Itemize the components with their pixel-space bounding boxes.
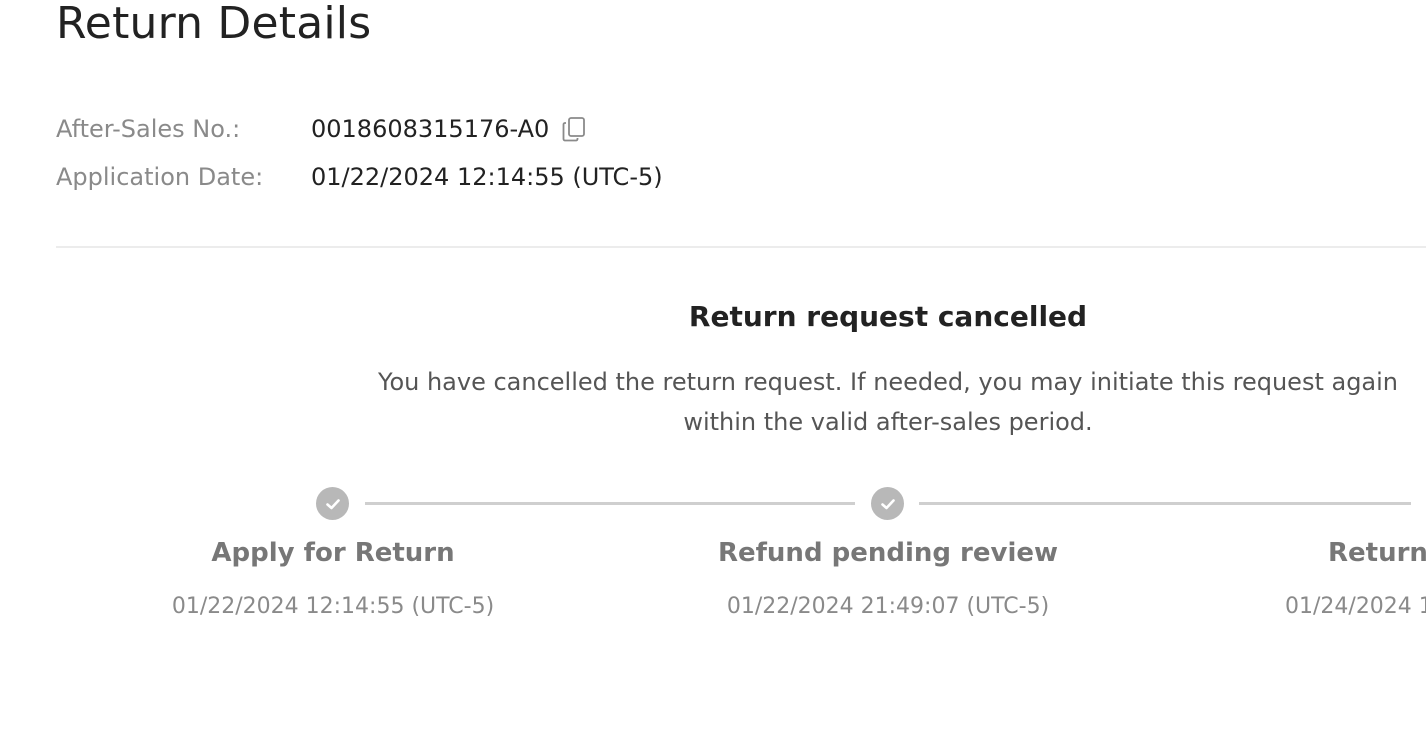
- after-sales-label: After-Sales No.:: [56, 115, 241, 143]
- step-label-refund-review: Refund pending review: [717, 538, 1059, 568]
- after-sales-row: After-Sales No.: 0018608315176-A0: [56, 112, 589, 146]
- after-sales-value-wrap: 0018608315176-A0: [311, 114, 589, 144]
- status-description: You have cancelled the return request. I…: [377, 368, 1399, 436]
- application-date-value: 01/22/2024 12:14:55 (UTC-5): [311, 163, 663, 191]
- application-date-label: Application Date:: [56, 163, 264, 191]
- step-label-apply: Apply for Return: [211, 538, 455, 568]
- step-date-apply: 01/22/2024 12:14:55 (UTC-5): [171, 594, 495, 619]
- status-title: Return request cancelled: [688, 300, 1088, 333]
- step-date-refund-review: 01/22/2024 21:49:07 (UTC-5): [726, 594, 1050, 619]
- progress-line-2: [919, 502, 1411, 505]
- page-title: Return Details: [56, 0, 372, 49]
- check-circle-icon: [871, 487, 904, 520]
- section-divider: [56, 246, 1426, 248]
- copy-icon[interactable]: [559, 114, 589, 144]
- application-date-row: Application Date: 01/22/2024 12:14:55 (U…: [56, 160, 663, 194]
- after-sales-number: 0018608315176-A0: [311, 115, 550, 143]
- return-details-page: Return Details After-Sales No.: 00186083…: [0, 0, 1426, 744]
- check-circle-icon: [316, 487, 349, 520]
- step-date-return: 01/24/2024 1: [1285, 594, 1426, 619]
- progress-line-1: [365, 502, 855, 505]
- step-label-return: Return: [1328, 538, 1426, 568]
